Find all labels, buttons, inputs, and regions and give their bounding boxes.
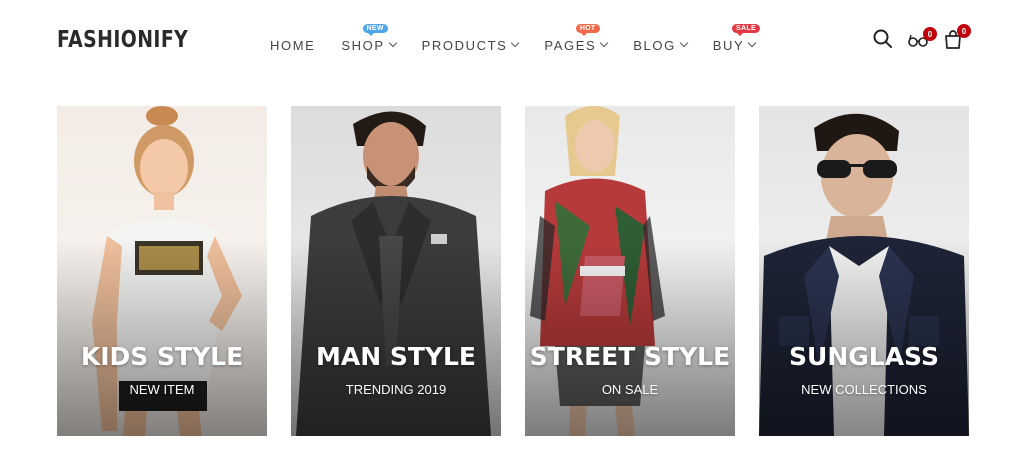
category-subtitle: NEW ITEM [129,382,195,397]
nav-item-shop[interactable]: NEW SHOP [341,23,397,53]
hot-badge: HOT [575,23,600,36]
nav-label: PRODUCTS [421,37,508,53]
new-badge: NEW [362,23,388,36]
nav-item-products[interactable]: PRODUCTS [421,37,520,53]
search-icon [873,29,892,48]
site-header: FASHIONIFY HOME NEW SHOP PRODUCTS HOT PA… [0,0,1024,85]
chevron-down-icon [388,38,397,48]
site-logo[interactable]: FASHIONIFY [57,27,188,53]
nav-label: BLOG [633,37,676,53]
nav-label: SHOP [341,37,385,53]
nav-item-pages[interactable]: HOT PAGES [544,23,609,53]
category-subtitle: TRENDING 2019 [345,382,447,397]
chevron-down-icon [600,38,609,48]
main-nav: HOME NEW SHOP PRODUCTS HOT PAGES BLOG SA… [270,23,781,54]
category-subtitle: NEW COLLECTIONS [801,382,927,397]
category-card-street[interactable]: STREET STYLE ON SALE [525,106,735,436]
wishlist-count: 0 [923,27,937,41]
nav-label: HOME [270,37,316,53]
category-title: SUNGLASS [789,342,939,371]
category-title: STREET STYLE [529,342,731,371]
category-card-sunglass[interactable]: SUNGLASS NEW COLLECTIONS [759,106,969,436]
category-title: KIDS STYLE [80,342,244,371]
nav-item-blog[interactable]: BLOG [633,37,689,53]
search-button[interactable] [872,28,894,55]
sale-badge: SALE [732,23,760,36]
wishlist-button[interactable]: 0 [907,27,937,53]
nav-label: BUY [712,37,745,53]
chevron-down-icon [748,38,757,48]
nav-item-home[interactable]: HOME [270,38,315,53]
nav-item-buy[interactable]: SALE BUY [712,23,760,53]
chevron-down-icon [511,38,520,48]
category-card-kids[interactable]: KIDS STYLE NEW ITEM [57,106,267,436]
cart-button[interactable]: 0 [943,24,971,55]
category-title: MAN STYLE [315,342,477,371]
cart-count: 0 [957,24,971,38]
chevron-down-icon [679,38,689,48]
category-card-man[interactable]: MAN STYLE TRENDING 2019 [291,106,501,436]
category-subtitle: ON SALE [601,382,659,397]
nav-label: PAGES [544,37,597,53]
